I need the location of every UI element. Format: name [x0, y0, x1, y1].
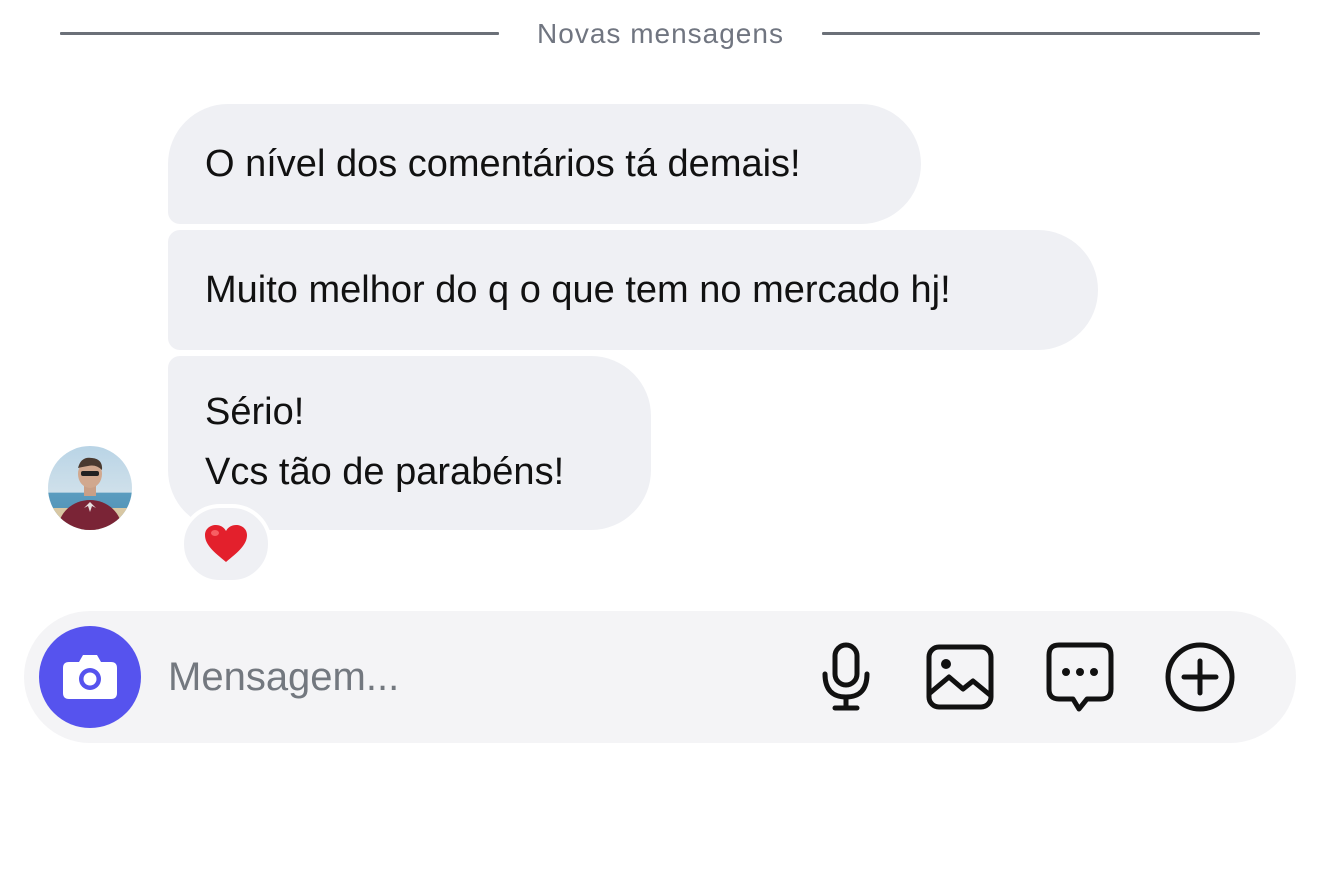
- camera-button[interactable]: [39, 626, 141, 728]
- gallery-button[interactable]: [924, 641, 996, 713]
- microphone-icon: [822, 642, 870, 711]
- image-icon: [926, 644, 994, 710]
- message-bubble[interactable]: O nível dos comentários tá demais!: [168, 104, 921, 224]
- avatar[interactable]: [48, 446, 132, 530]
- heart-reaction[interactable]: [180, 504, 272, 584]
- avatar-photo: [48, 446, 132, 530]
- divider-line-right: [822, 32, 1260, 35]
- message-composer: [24, 611, 1296, 743]
- more-options-button[interactable]: [1044, 641, 1116, 713]
- chat-bubble-icon: [1046, 642, 1114, 712]
- microphone-button[interactable]: [810, 641, 882, 713]
- message-text: Sério!: [205, 391, 305, 433]
- divider-line-left: [60, 32, 499, 35]
- camera-icon: [63, 655, 117, 699]
- message-text: Vcs tão de parabéns!: [205, 451, 565, 493]
- plus-circle-icon: [1165, 642, 1235, 712]
- message-bubble[interactable]: Sério! Vcs tão de parabéns!: [168, 356, 651, 530]
- chat-screen: Novas mensagens O nível dos comentários …: [0, 0, 1320, 869]
- message-bubble[interactable]: Muito melhor do q o que tem no mercado h…: [168, 230, 1098, 350]
- heart-icon: [205, 525, 247, 562]
- add-button[interactable]: [1164, 641, 1236, 713]
- message-text: Muito melhor do q o que tem no mercado h…: [205, 269, 951, 311]
- message-input[interactable]: [168, 651, 768, 703]
- message-text: O nível dos comentários tá demais!: [205, 143, 801, 185]
- new-messages-divider-label: Novas mensagens: [537, 18, 784, 49]
